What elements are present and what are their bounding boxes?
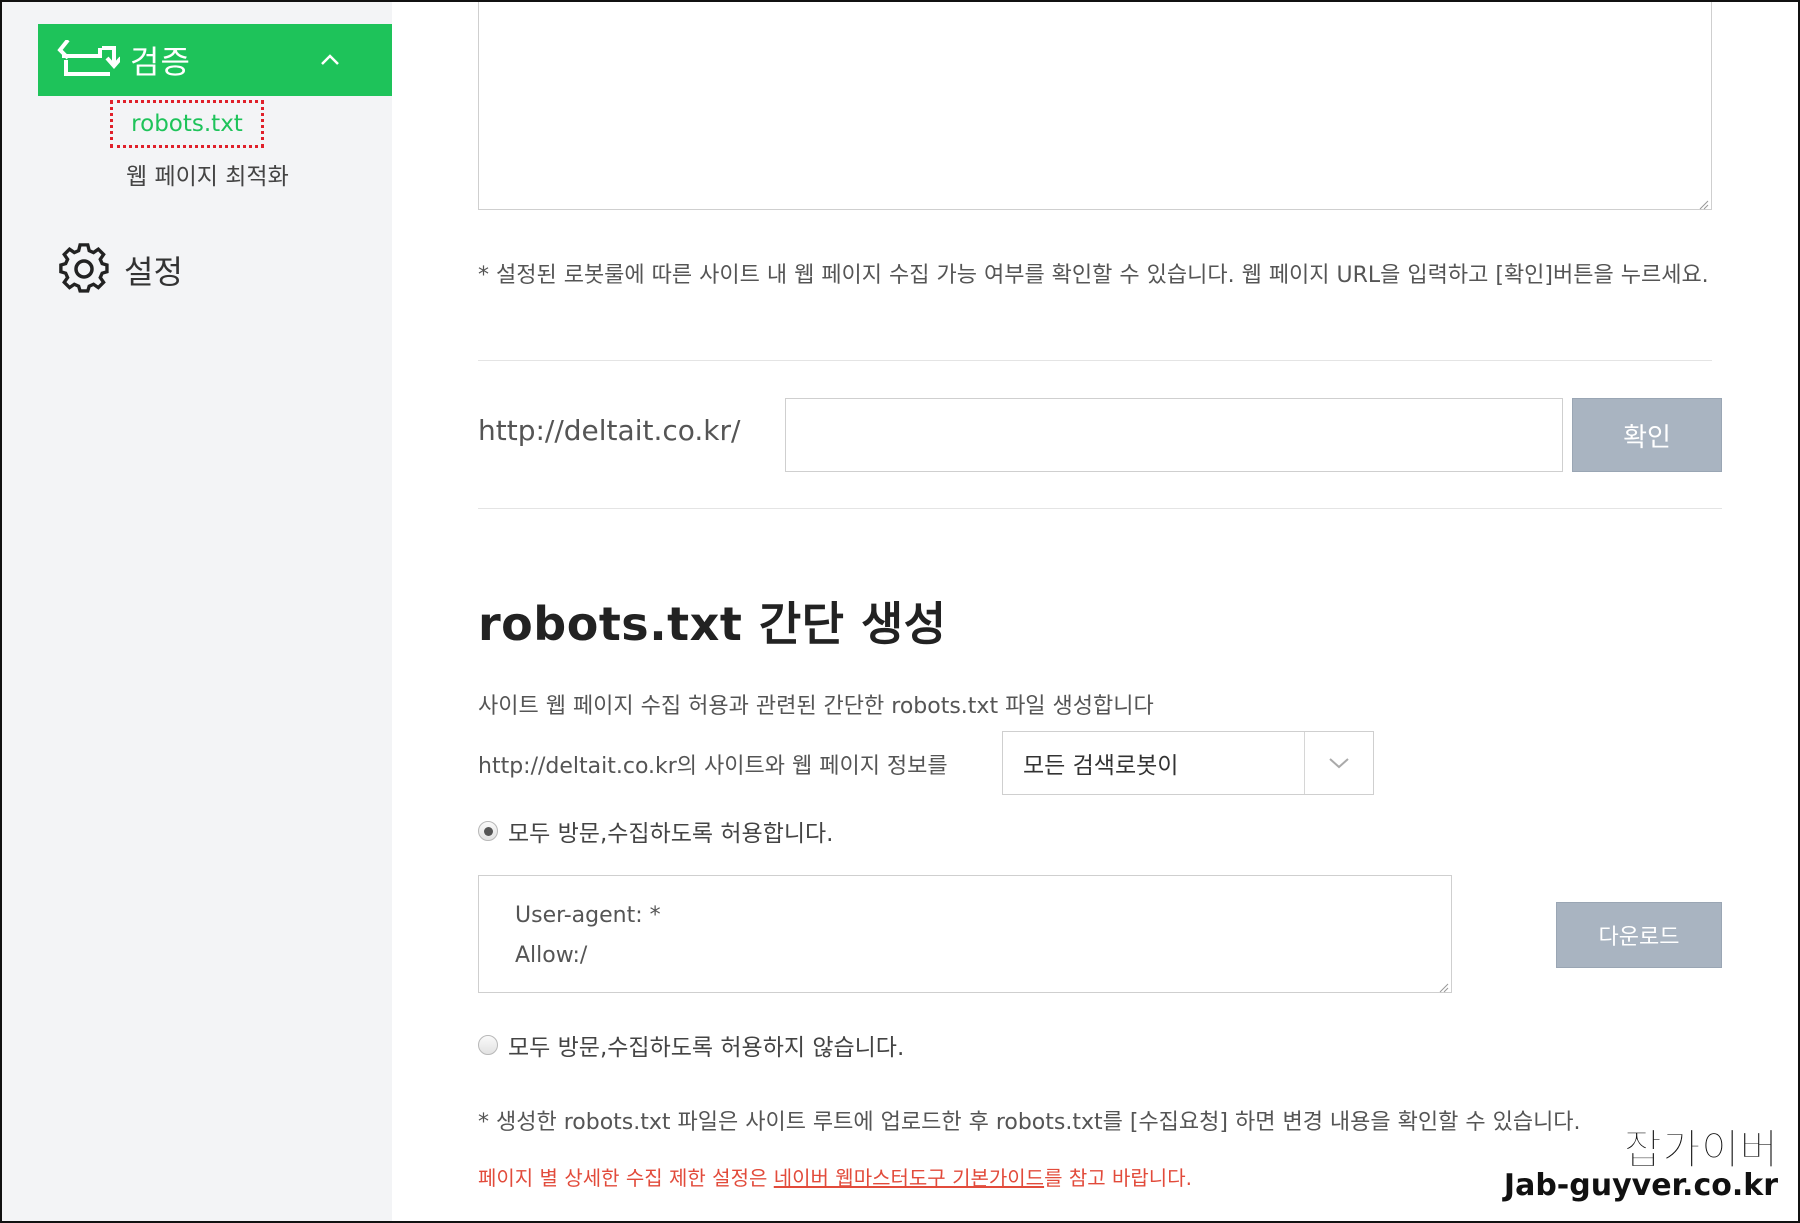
url-input[interactable]: [785, 398, 1563, 472]
sidebar-subitem-web-page-optimization[interactable]: 웹 페이지 최적화: [126, 157, 289, 191]
gear-icon: [58, 242, 110, 298]
url-prefix: http://deltait.co.kr/: [478, 414, 741, 447]
upload-note: * 생성한 robots.txt 파일은 사이트 루트에 업로드한 후 robo…: [478, 1110, 1581, 1135]
section-description: 사이트 웹 페이지 수집 허용과 관련된 간단한 robots.txt 파일 생…: [478, 694, 1154, 719]
robots-line: Allow:/: [515, 943, 588, 968]
robots-line: User-agent: *: [515, 903, 661, 928]
main-content: * 설정된 로봇룰에 따른 사이트 내 웹 페이지 수집 가능 여부를 확인할 …: [392, 2, 1798, 1221]
sidebar-item-verify-label: 검증: [130, 43, 191, 81]
confirm-button[interactable]: 확인: [1572, 398, 1722, 472]
url-check-note: * 설정된 로봇룰에 따른 사이트 내 웹 페이지 수집 가능 여부를 확인할 …: [478, 263, 1709, 288]
sidebar-item-verify[interactable]: 검증: [38, 24, 392, 96]
robots-output-textarea[interactable]: User-agent: * Allow:/: [478, 875, 1452, 993]
divider: [478, 360, 1712, 361]
resize-grip-icon[interactable]: [1697, 195, 1709, 210]
chevron-down-icon[interactable]: [1305, 732, 1373, 794]
divider: [478, 508, 1722, 509]
chevron-up-icon[interactable]: [318, 48, 342, 72]
radio-deny[interactable]: [478, 1035, 498, 1055]
refresh-arrows-icon: [56, 38, 123, 80]
radio-allow-label: 모두 방문,수집하도록 허용합니다.: [508, 821, 834, 847]
page-frame: 검증 robots.txt 웹 페이지 최적화 설정 * 설정된 로봇룰에 따른…: [0, 0, 1800, 1223]
guide-note-prefix: 페이지 별 상세한 수집 제한 설정은: [478, 1166, 774, 1190]
download-button[interactable]: 다운로드: [1556, 902, 1722, 968]
site-info-label: http://deltait.co.kr의 사이트와 웹 페이지 정보를: [478, 754, 948, 779]
watermark-url: Jab-guyver.co.kr: [1503, 1168, 1778, 1203]
radio-allow-option[interactable]: 모두 방문,수집하도록 허용합니다.: [478, 814, 833, 848]
section-title: robots.txt 간단 생성: [478, 597, 947, 651]
radio-allow[interactable]: [478, 821, 498, 841]
guide-note-suffix: 를 참고 바랍니다.: [1044, 1166, 1192, 1190]
radio-deny-label: 모두 방문,수집하도록 허용하지 않습니다.: [508, 1035, 905, 1061]
resize-grip-icon[interactable]: [1437, 978, 1449, 993]
robot-select-value: 모든 검색로봇이: [1023, 753, 1179, 779]
sidebar-item-settings-label: 설정: [124, 253, 183, 291]
sidebar-item-settings[interactable]: 설정: [58, 242, 183, 298]
robots-rules-textarea[interactable]: [478, 2, 1712, 210]
sidebar: 검증 robots.txt 웹 페이지 최적화 설정: [2, 2, 392, 1221]
robot-select[interactable]: 모든 검색로봇이: [1002, 731, 1374, 795]
guide-note: 페이지 별 상세한 수집 제한 설정은 네이버 웹마스터도구 기본가이드를 참고…: [478, 1162, 1192, 1191]
webmaster-guide-link[interactable]: 네이버 웹마스터도구 기본가이드: [774, 1166, 1044, 1190]
sidebar-subitem-robots-txt[interactable]: robots.txt: [110, 100, 264, 148]
radio-deny-option[interactable]: 모두 방문,수집하도록 허용하지 않습니다.: [478, 1028, 904, 1062]
